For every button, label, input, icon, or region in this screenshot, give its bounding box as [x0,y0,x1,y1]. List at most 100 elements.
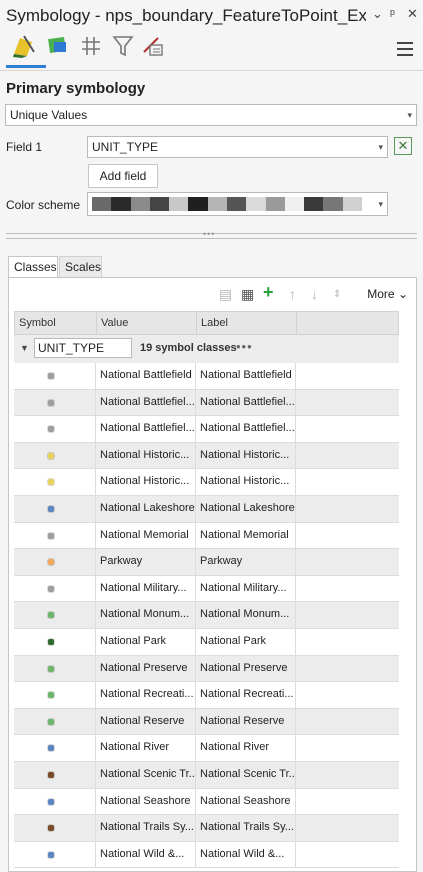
label-classes-icon[interactable] [78,32,106,60]
description-cell[interactable] [296,682,399,708]
symbol-cell[interactable] [14,655,96,682]
value-cell[interactable]: National Battlefield [96,363,196,389]
symbol-cell[interactable] [14,442,96,469]
description-cell[interactable] [296,390,399,416]
move-down-icon[interactable]: ↓ [311,286,318,302]
label-cell[interactable]: National Reserve [196,708,296,735]
description-cell[interactable] [296,469,399,495]
label-cell[interactable]: National Park [196,628,296,655]
table-row[interactable]: National Battlefiel... National Battlefie… [14,416,399,443]
point-symbol-swatch[interactable] [48,479,54,486]
filter-icon[interactable] [110,32,138,60]
value-cell[interactable]: National Military... [96,575,196,602]
description-cell[interactable] [296,549,399,575]
point-symbol-swatch[interactable] [48,585,54,592]
point-symbol-swatch[interactable] [48,692,54,699]
description-cell[interactable] [296,629,399,655]
tab-classes[interactable]: Classes [8,256,58,278]
symbol-cell[interactable] [14,628,96,655]
symbol-cell[interactable] [14,469,96,495]
symbol-cell[interactable] [14,735,96,761]
table-row[interactable]: National Lakeshore National Lakeshore [14,495,399,523]
symbol-cell[interactable] [14,788,96,815]
column-header-symbol[interactable]: Symbol [15,312,97,334]
value-cell[interactable]: National Battlefiel... [96,416,196,442]
symbol-cell[interactable] [14,602,96,628]
value-cell[interactable]: National Trails Sy... [96,815,196,841]
value-cell[interactable]: National Battlefiel... [96,389,196,416]
label-cell[interactable]: National Wild &... [196,841,296,868]
reorder-icon[interactable]: ⇕ [333,289,341,300]
value-cell[interactable]: National Preserve [96,655,196,682]
table-row[interactable]: National Seashore National Seashore [14,788,399,816]
point-symbol-swatch[interactable] [48,452,54,459]
value-cell[interactable]: National Historic... [96,442,196,469]
point-symbol-swatch[interactable] [48,665,54,672]
table-row[interactable]: National Historic... National Historic... [14,442,399,470]
value-cell[interactable]: National Reserve [96,708,196,735]
vary-symbology-icon[interactable] [44,32,72,60]
more-menu-button[interactable]: More ⌄ [367,287,408,301]
description-cell[interactable] [296,789,399,815]
table-row[interactable]: National Military... National Military... [14,575,399,603]
table-row[interactable]: National Preserve National Preserve [14,655,399,683]
point-symbol-swatch[interactable] [48,745,54,752]
field-1-dropdown[interactable]: UNIT_TYPE ▾ [87,136,388,158]
label-cell[interactable]: National Recreati... [196,682,296,708]
value-cell[interactable]: National River [96,735,196,761]
value-cell[interactable]: National Wild &... [96,841,196,868]
table-row[interactable]: National Wild &... National Wild &... [14,841,399,869]
point-symbol-swatch[interactable] [48,505,54,512]
point-symbol-swatch[interactable] [48,798,54,805]
add-field-button[interactable]: Add field [88,164,158,188]
point-symbol-swatch[interactable] [48,532,54,539]
symbol-cell[interactable] [14,815,96,841]
table-row[interactable]: Parkway Parkway [14,549,399,576]
symbol-cell[interactable] [14,761,96,788]
table-row[interactable]: National Scenic Tr... National Scenic Tr.… [14,761,399,789]
point-symbol-swatch[interactable] [48,851,54,858]
description-cell[interactable] [296,496,399,522]
point-symbol-swatch[interactable] [48,718,54,725]
label-cell[interactable]: National Trails Sy... [196,815,296,841]
label-cell[interactable]: National Scenic Tr... [196,761,296,788]
value-cell[interactable]: National Memorial [96,522,196,549]
move-up-icon[interactable]: ↑ [289,286,296,302]
value-cell[interactable]: National Recreati... [96,682,196,708]
description-cell[interactable] [296,842,399,868]
label-cell[interactable]: National River [196,735,296,761]
table-row[interactable]: National Recreati... National Recreati... [14,682,399,709]
label-cell[interactable]: National Preserve [196,655,296,682]
symbol-cell[interactable] [14,549,96,575]
renderer-dropdown[interactable]: Unique Values ▾ [5,104,417,126]
label-cell[interactable]: National Lakeshore [196,495,296,522]
value-cell[interactable]: National Scenic Tr... [96,761,196,788]
value-cell[interactable]: National Lakeshore [96,495,196,522]
value-cell[interactable]: National Park [96,628,196,655]
label-cell[interactable]: National Military... [196,575,296,602]
close-pane-button[interactable]: ✕ [407,6,418,22]
label-cell[interactable]: National Historic... [196,469,296,495]
point-symbol-swatch[interactable] [48,771,54,778]
symbol-cell[interactable] [14,363,96,389]
label-cell[interactable]: National Historic... [196,442,296,469]
table-row[interactable]: National Battlefiel... National Battlefie… [14,389,399,417]
symbol-cell[interactable] [14,682,96,708]
tab-scales[interactable]: Scales [59,256,102,278]
expression-icon[interactable]: ✕ [394,137,412,155]
table-view-icon[interactable]: ▤ [219,286,232,303]
description-cell[interactable] [296,523,399,549]
symbol-cell[interactable] [14,575,96,602]
point-symbol-swatch[interactable] [48,373,54,379]
primary-symbology-icon[interactable] [10,32,38,60]
description-cell[interactable] [296,656,399,682]
symbol-cell[interactable] [14,495,96,522]
table-row[interactable]: National Battlefield National Battlefield [14,363,399,390]
column-header-value[interactable]: Value [97,312,197,334]
group-field-name[interactable]: UNIT_TYPE [34,338,132,358]
label-cell[interactable]: National Battlefiel... [196,389,296,416]
table-row[interactable]: National Monum... National Monum... [14,602,399,629]
label-cell[interactable]: National Battlefiel... [196,416,296,442]
description-cell[interactable] [296,709,399,735]
symbol-cell[interactable] [14,708,96,735]
